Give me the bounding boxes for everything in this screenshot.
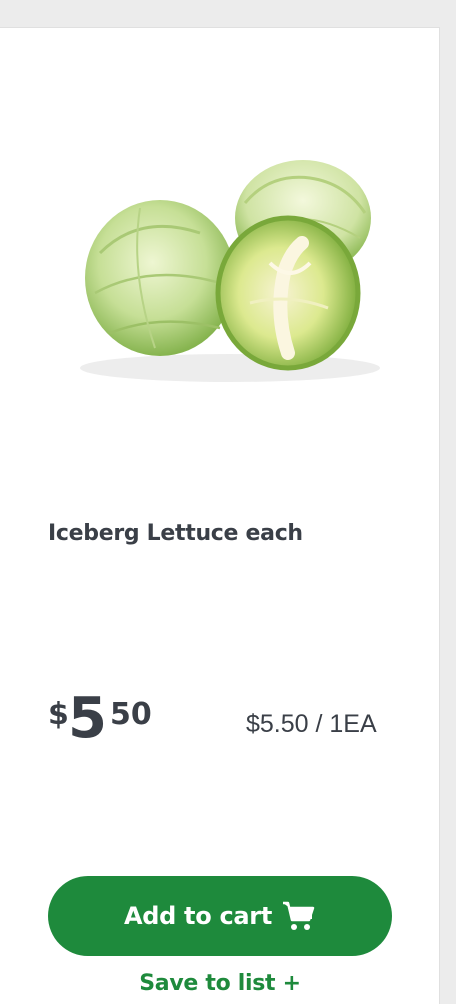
price-cents: 50 (110, 697, 152, 732)
product-image[interactable] (70, 143, 390, 403)
cart-icon (283, 901, 315, 930)
add-to-cart-button[interactable]: Add to cart (48, 876, 392, 956)
price-currency-symbol: $ (48, 697, 69, 732)
unit-price: $5.50 / 1EA (246, 710, 377, 738)
save-to-list-link[interactable]: Save to list + (0, 971, 440, 996)
product-card[interactable]: Iceberg Lettuce each $ 5 50 $5.50 / 1EA … (0, 27, 440, 1004)
add-to-cart-label: Add to cart (123, 902, 273, 930)
price-dollars: 5 (68, 686, 107, 751)
product-title[interactable]: Iceberg Lettuce each (48, 521, 303, 546)
